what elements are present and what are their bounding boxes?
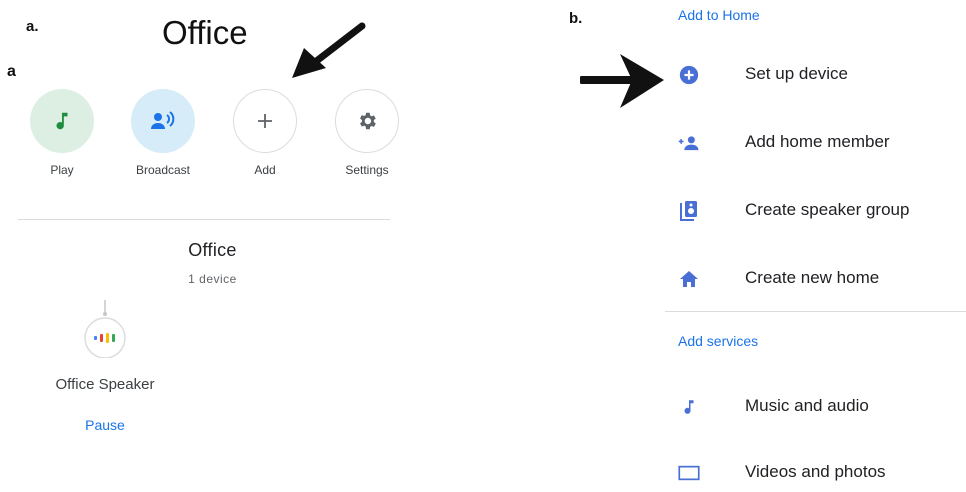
broadcast-button[interactable]: Broadcast (123, 89, 203, 177)
music-note-icon (56, 112, 68, 130)
speaker-icon (84, 300, 126, 358)
plus-icon (258, 114, 272, 128)
add-circle (233, 89, 297, 153)
music-note-icon (678, 396, 700, 418)
pointer-arrow-setup (580, 54, 664, 108)
menu-item-label: Videos and photos (745, 462, 886, 481)
home-icon (678, 268, 700, 290)
settings-label: Settings (345, 163, 389, 177)
home-title: Office (162, 14, 248, 51)
broadcast-icon (151, 111, 175, 129)
add-button[interactable]: Add (225, 89, 305, 177)
device-name: Office Speaker (55, 376, 155, 393)
add-circle-icon (678, 64, 700, 86)
menu-item-label: Add home member (745, 132, 890, 151)
room-title: Office (188, 240, 237, 260)
section-heading-add-services: Add services (678, 333, 759, 349)
divider (18, 219, 390, 220)
pause-button[interactable]: Pause (40, 417, 170, 433)
menu-item-label: Set up device (745, 64, 849, 83)
panel-a-label: a. (26, 18, 39, 35)
video-icon (678, 462, 700, 484)
panel-b-label: b. (569, 10, 583, 27)
panel-a-sub-label: a (7, 63, 16, 80)
speaker-group-icon (678, 200, 700, 222)
menu-item-videos-and-photos[interactable]: Videos and photos (670, 452, 966, 492)
pointer-arrow-add (292, 22, 366, 78)
gear-icon (360, 112, 376, 130)
menu-item-create-speaker-group[interactable]: Create speaker group (670, 190, 966, 230)
play-circle (30, 89, 94, 153)
add-person-icon (678, 132, 700, 154)
room-device-count: 1 device (188, 272, 237, 286)
play-label: Play (50, 163, 74, 177)
menu-item-set-up-device[interactable]: Set up device (670, 54, 966, 94)
play-button[interactable]: Play (22, 89, 102, 177)
menu-item-add-home-member[interactable]: Add home member (670, 122, 966, 162)
add-label: Add (254, 163, 276, 177)
menu-item-create-new-home[interactable]: Create new home (670, 258, 966, 298)
broadcast-circle (131, 89, 195, 153)
menu-item-label: Create new home (745, 268, 880, 287)
menu-item-music-and-audio[interactable]: Music and audio (670, 386, 966, 426)
menu-item-label: Music and audio (745, 396, 869, 415)
divider (665, 311, 966, 312)
section-heading-add-to-home: Add to Home (678, 7, 760, 23)
settings-button[interactable]: Settings (327, 89, 407, 177)
broadcast-label: Broadcast (135, 163, 191, 177)
menu-item-label: Create speaker group (745, 200, 910, 219)
settings-circle (335, 89, 399, 153)
